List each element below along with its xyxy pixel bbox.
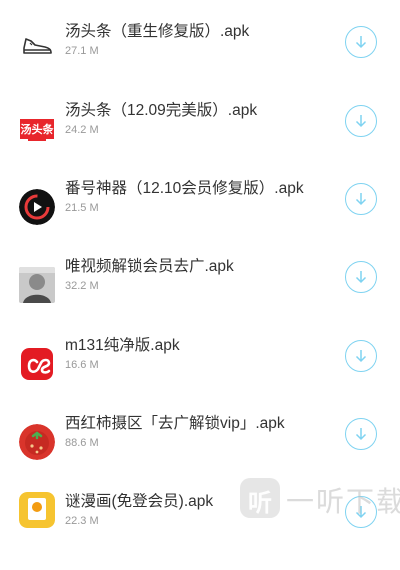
app-size: 21.5 M	[65, 202, 99, 214]
app-name: 谜漫画(免登会员).apk	[65, 493, 214, 510]
lastfm-logo-icon	[21, 348, 53, 380]
download-arrow-icon	[355, 193, 367, 206]
app-name: 唯视频解锁会员去广.apk	[65, 258, 234, 275]
app-size: 27.1 M	[65, 45, 99, 57]
download-button[interactable]	[345, 340, 377, 372]
list-item[interactable]: m131纯净版.apk 16.6 M	[0, 336, 400, 414]
download-button[interactable]	[345, 26, 377, 58]
download-arrow-icon	[355, 36, 367, 49]
app-size: 88.6 M	[65, 437, 99, 449]
list-item[interactable]: 谜漫画(免登会员).apk 22.3 M	[0, 492, 400, 570]
app-size: 16.6 M	[65, 359, 99, 371]
list-item[interactable]: 西红柿摄区「去广解锁vip」.apk 88.6 M	[0, 414, 400, 492]
app-size: 22.3 M	[65, 515, 99, 527]
app-name: 番号神器（12.10会员修复版）.apk	[65, 180, 304, 197]
app-name: 西红柿摄区「去广解锁vip」.apk	[65, 415, 285, 432]
download-arrow-icon	[355, 506, 367, 519]
app-name: 汤头条（12.09完美版）.apk	[65, 102, 258, 119]
svg-text:汤头条: 汤头条	[21, 122, 55, 136]
play-circle-icon	[19, 189, 55, 225]
list-item[interactable]: 番号神器（12.10会员修复版）.apk 21.5 M	[0, 179, 400, 257]
list-item[interactable]: 唯视频解锁会员去广.apk 32.2 M	[0, 257, 400, 335]
download-button[interactable]	[345, 183, 377, 215]
download-arrow-icon	[355, 271, 367, 284]
tangtoutiao-logo-icon: 汤头条	[19, 111, 55, 147]
download-arrow-icon	[355, 428, 367, 441]
shoe-icon	[19, 26, 55, 62]
download-button[interactable]	[345, 496, 377, 528]
app-size: 32.2 M	[65, 280, 99, 292]
comic-app-icon	[19, 492, 55, 528]
download-button[interactable]	[345, 418, 377, 450]
download-arrow-icon	[355, 115, 367, 128]
download-button[interactable]	[345, 105, 377, 137]
avatar-photo-icon	[19, 267, 55, 303]
app-name: m131纯净版.apk	[65, 337, 180, 354]
list-item[interactable]: 汤头条（重生修复版）.apk 27.1 M	[0, 22, 400, 100]
app-name: 汤头条（重生修复版）.apk	[65, 23, 250, 40]
app-size: 24.2 M	[65, 124, 99, 136]
download-button[interactable]	[345, 261, 377, 293]
tomato-icon	[19, 424, 55, 460]
download-arrow-icon	[355, 350, 367, 363]
list-item[interactable]: 汤头条 汤头条（12.09完美版）.apk 24.2 M	[0, 101, 400, 179]
